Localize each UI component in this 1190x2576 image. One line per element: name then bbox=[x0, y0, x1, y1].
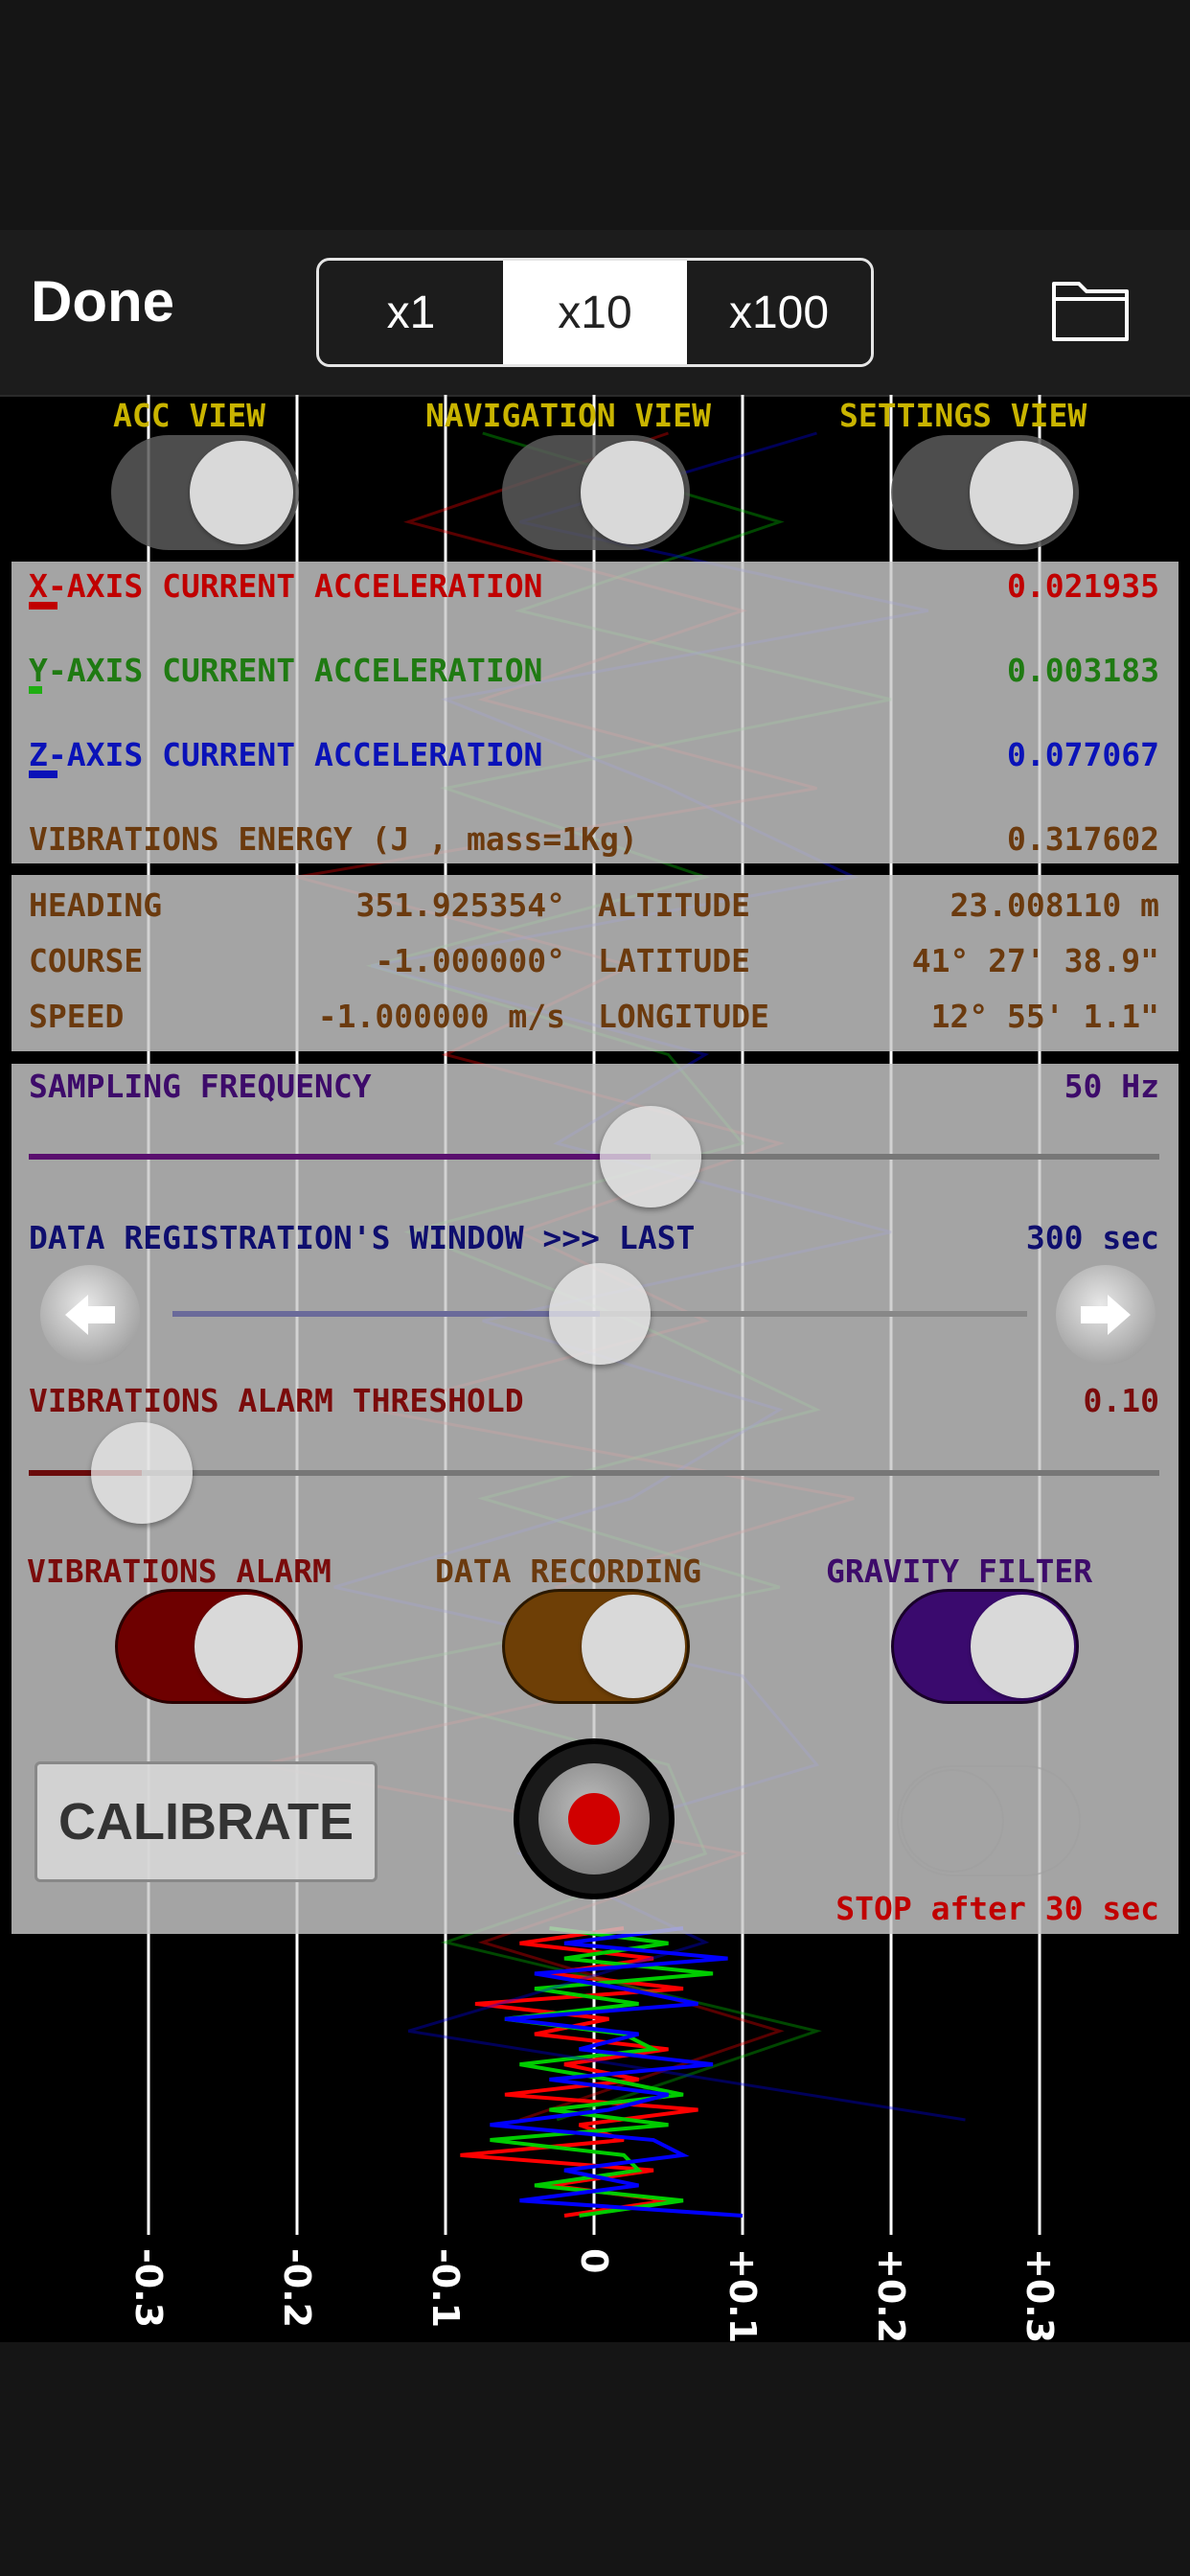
alarm-threshold-slider[interactable] bbox=[29, 1422, 1159, 1528]
arrow-right-icon bbox=[1081, 1295, 1131, 1335]
registration-window-slider[interactable] bbox=[172, 1263, 1027, 1365]
longitude-label: LONGITUDE bbox=[598, 998, 769, 1035]
registration-window-value: 300 sec bbox=[1025, 1219, 1159, 1256]
sampling-frequency-value: 50 Hz bbox=[1064, 1068, 1159, 1105]
y-axis-color-swatch bbox=[29, 686, 42, 694]
z-axis-value: 0.077067 bbox=[1007, 736, 1159, 773]
arrow-left-icon bbox=[65, 1295, 115, 1335]
record-button-inner bbox=[538, 1763, 650, 1874]
z-axis-color-swatch bbox=[29, 770, 57, 778]
latitude-value: 41° 27' 38.9" bbox=[911, 942, 1159, 979]
x-axis-color-swatch bbox=[29, 602, 57, 610]
y-axis-label: Y-AXIS CURRENT ACCELERATION bbox=[29, 652, 543, 689]
toggle-knob bbox=[901, 1769, 1004, 1873]
slider-thumb[interactable] bbox=[91, 1422, 193, 1524]
zoom-x10-segment[interactable]: x10 bbox=[503, 261, 687, 364]
folder-icon[interactable] bbox=[1050, 274, 1131, 343]
record-button[interactable] bbox=[514, 1738, 675, 1899]
gravity-filter-toggle[interactable] bbox=[891, 1589, 1079, 1704]
calibrate-button[interactable]: CALIBRATE bbox=[34, 1761, 378, 1882]
x-axis-value: 0.021935 bbox=[1007, 567, 1159, 605]
status-bar bbox=[0, 0, 1190, 230]
settings-view-label: SETTINGS VIEW bbox=[839, 397, 1087, 434]
heading-label: HEADING bbox=[29, 886, 163, 924]
tick-label: -0.3 bbox=[127, 2248, 170, 2329]
course-value: -1.000000° bbox=[375, 942, 565, 979]
latitude-label: LATITUDE bbox=[598, 942, 750, 979]
settings-view-toggle[interactable] bbox=[891, 435, 1079, 550]
acc-view-toggle[interactable] bbox=[111, 435, 299, 550]
vibrations-alarm-label: VIBRATIONS ALARM bbox=[27, 1552, 332, 1590]
navigation-panel: HEADING 351.925354° ALTITUDE 23.008110 m… bbox=[11, 875, 1179, 1051]
navigation-view-toggle[interactable] bbox=[502, 435, 690, 550]
sampling-frequency-slider[interactable] bbox=[29, 1106, 1159, 1211]
toggle-knob bbox=[971, 1595, 1074, 1698]
alarm-threshold-value: 0.10 bbox=[1083, 1382, 1159, 1419]
slider-thumb[interactable] bbox=[600, 1106, 701, 1208]
tick-label: -0.1 bbox=[424, 2248, 467, 2329]
longitude-value: 12° 55' 1.1" bbox=[930, 998, 1159, 1035]
speed-value: -1.000000 m/s bbox=[317, 998, 565, 1035]
slider-track bbox=[29, 1470, 1159, 1476]
toggle-knob bbox=[582, 1595, 685, 1698]
done-button[interactable]: Done bbox=[31, 268, 174, 334]
tick-label: +0.1 bbox=[721, 2248, 764, 2344]
zoom-x1-segment[interactable]: x1 bbox=[319, 261, 503, 364]
alarm-threshold-label: VIBRATIONS ALARM THRESHOLD bbox=[29, 1382, 524, 1419]
toggle-knob bbox=[581, 441, 684, 544]
sampling-frequency-label: SAMPLING FREQUENCY bbox=[29, 1068, 372, 1105]
registration-window-label: DATA REGISTRATION'S WINDOW >>> LAST bbox=[29, 1219, 696, 1256]
slider-fill bbox=[29, 1154, 651, 1160]
window-increase-button[interactable] bbox=[1056, 1265, 1156, 1365]
acceleration-panel: X-AXIS CURRENT ACCELERATION 0.021935 Y-A… bbox=[11, 562, 1179, 863]
slider-fill bbox=[172, 1311, 600, 1317]
altitude-label: ALTITUDE bbox=[598, 886, 750, 924]
tick-label: -0.2 bbox=[276, 2248, 318, 2329]
altitude-value: 23.008110 m bbox=[950, 886, 1159, 924]
window-decrease-button[interactable] bbox=[40, 1265, 140, 1365]
vibrations-energy-label: VIBRATIONS ENERGY (J , mass=1Kg) bbox=[29, 820, 638, 858]
z-axis-label: Z-AXIS CURRENT ACCELERATION bbox=[29, 736, 543, 773]
toggle-knob bbox=[195, 1595, 298, 1698]
slider-thumb[interactable] bbox=[549, 1263, 651, 1365]
tick-label: 0 bbox=[573, 2248, 615, 2274]
toggle-knob bbox=[190, 441, 293, 544]
data-recording-toggle[interactable] bbox=[502, 1589, 690, 1704]
vibrations-alarm-toggle[interactable] bbox=[115, 1589, 303, 1704]
y-axis-value: 0.003183 bbox=[1007, 652, 1159, 689]
heading-value: 351.925354° bbox=[355, 886, 565, 924]
x-axis-label: X-AXIS CURRENT ACCELERATION bbox=[29, 567, 543, 605]
record-dot-icon bbox=[568, 1793, 620, 1845]
acc-view-label: ACC VIEW bbox=[113, 397, 265, 434]
navigation-view-label: NAVIGATION VIEW bbox=[425, 397, 712, 434]
course-label: COURSE bbox=[29, 942, 144, 979]
tick-label: +0.2 bbox=[870, 2248, 912, 2344]
bottom-bar bbox=[0, 2342, 1190, 2576]
data-recording-label: DATA RECORDING bbox=[435, 1552, 702, 1590]
stop-after-label: STOP after 30 sec bbox=[835, 1890, 1159, 1927]
toggle-knob bbox=[970, 441, 1073, 544]
zoom-segmented-control[interactable]: x1 x10 x100 bbox=[316, 258, 874, 367]
vibrations-energy-value: 0.317602 bbox=[1007, 820, 1159, 858]
tick-label: +0.3 bbox=[1018, 2248, 1061, 2344]
speed-label: SPEED bbox=[29, 998, 125, 1035]
zoom-x100-segment[interactable]: x100 bbox=[687, 261, 871, 364]
gravity-filter-label: GRAVITY FILTER bbox=[826, 1552, 1093, 1590]
